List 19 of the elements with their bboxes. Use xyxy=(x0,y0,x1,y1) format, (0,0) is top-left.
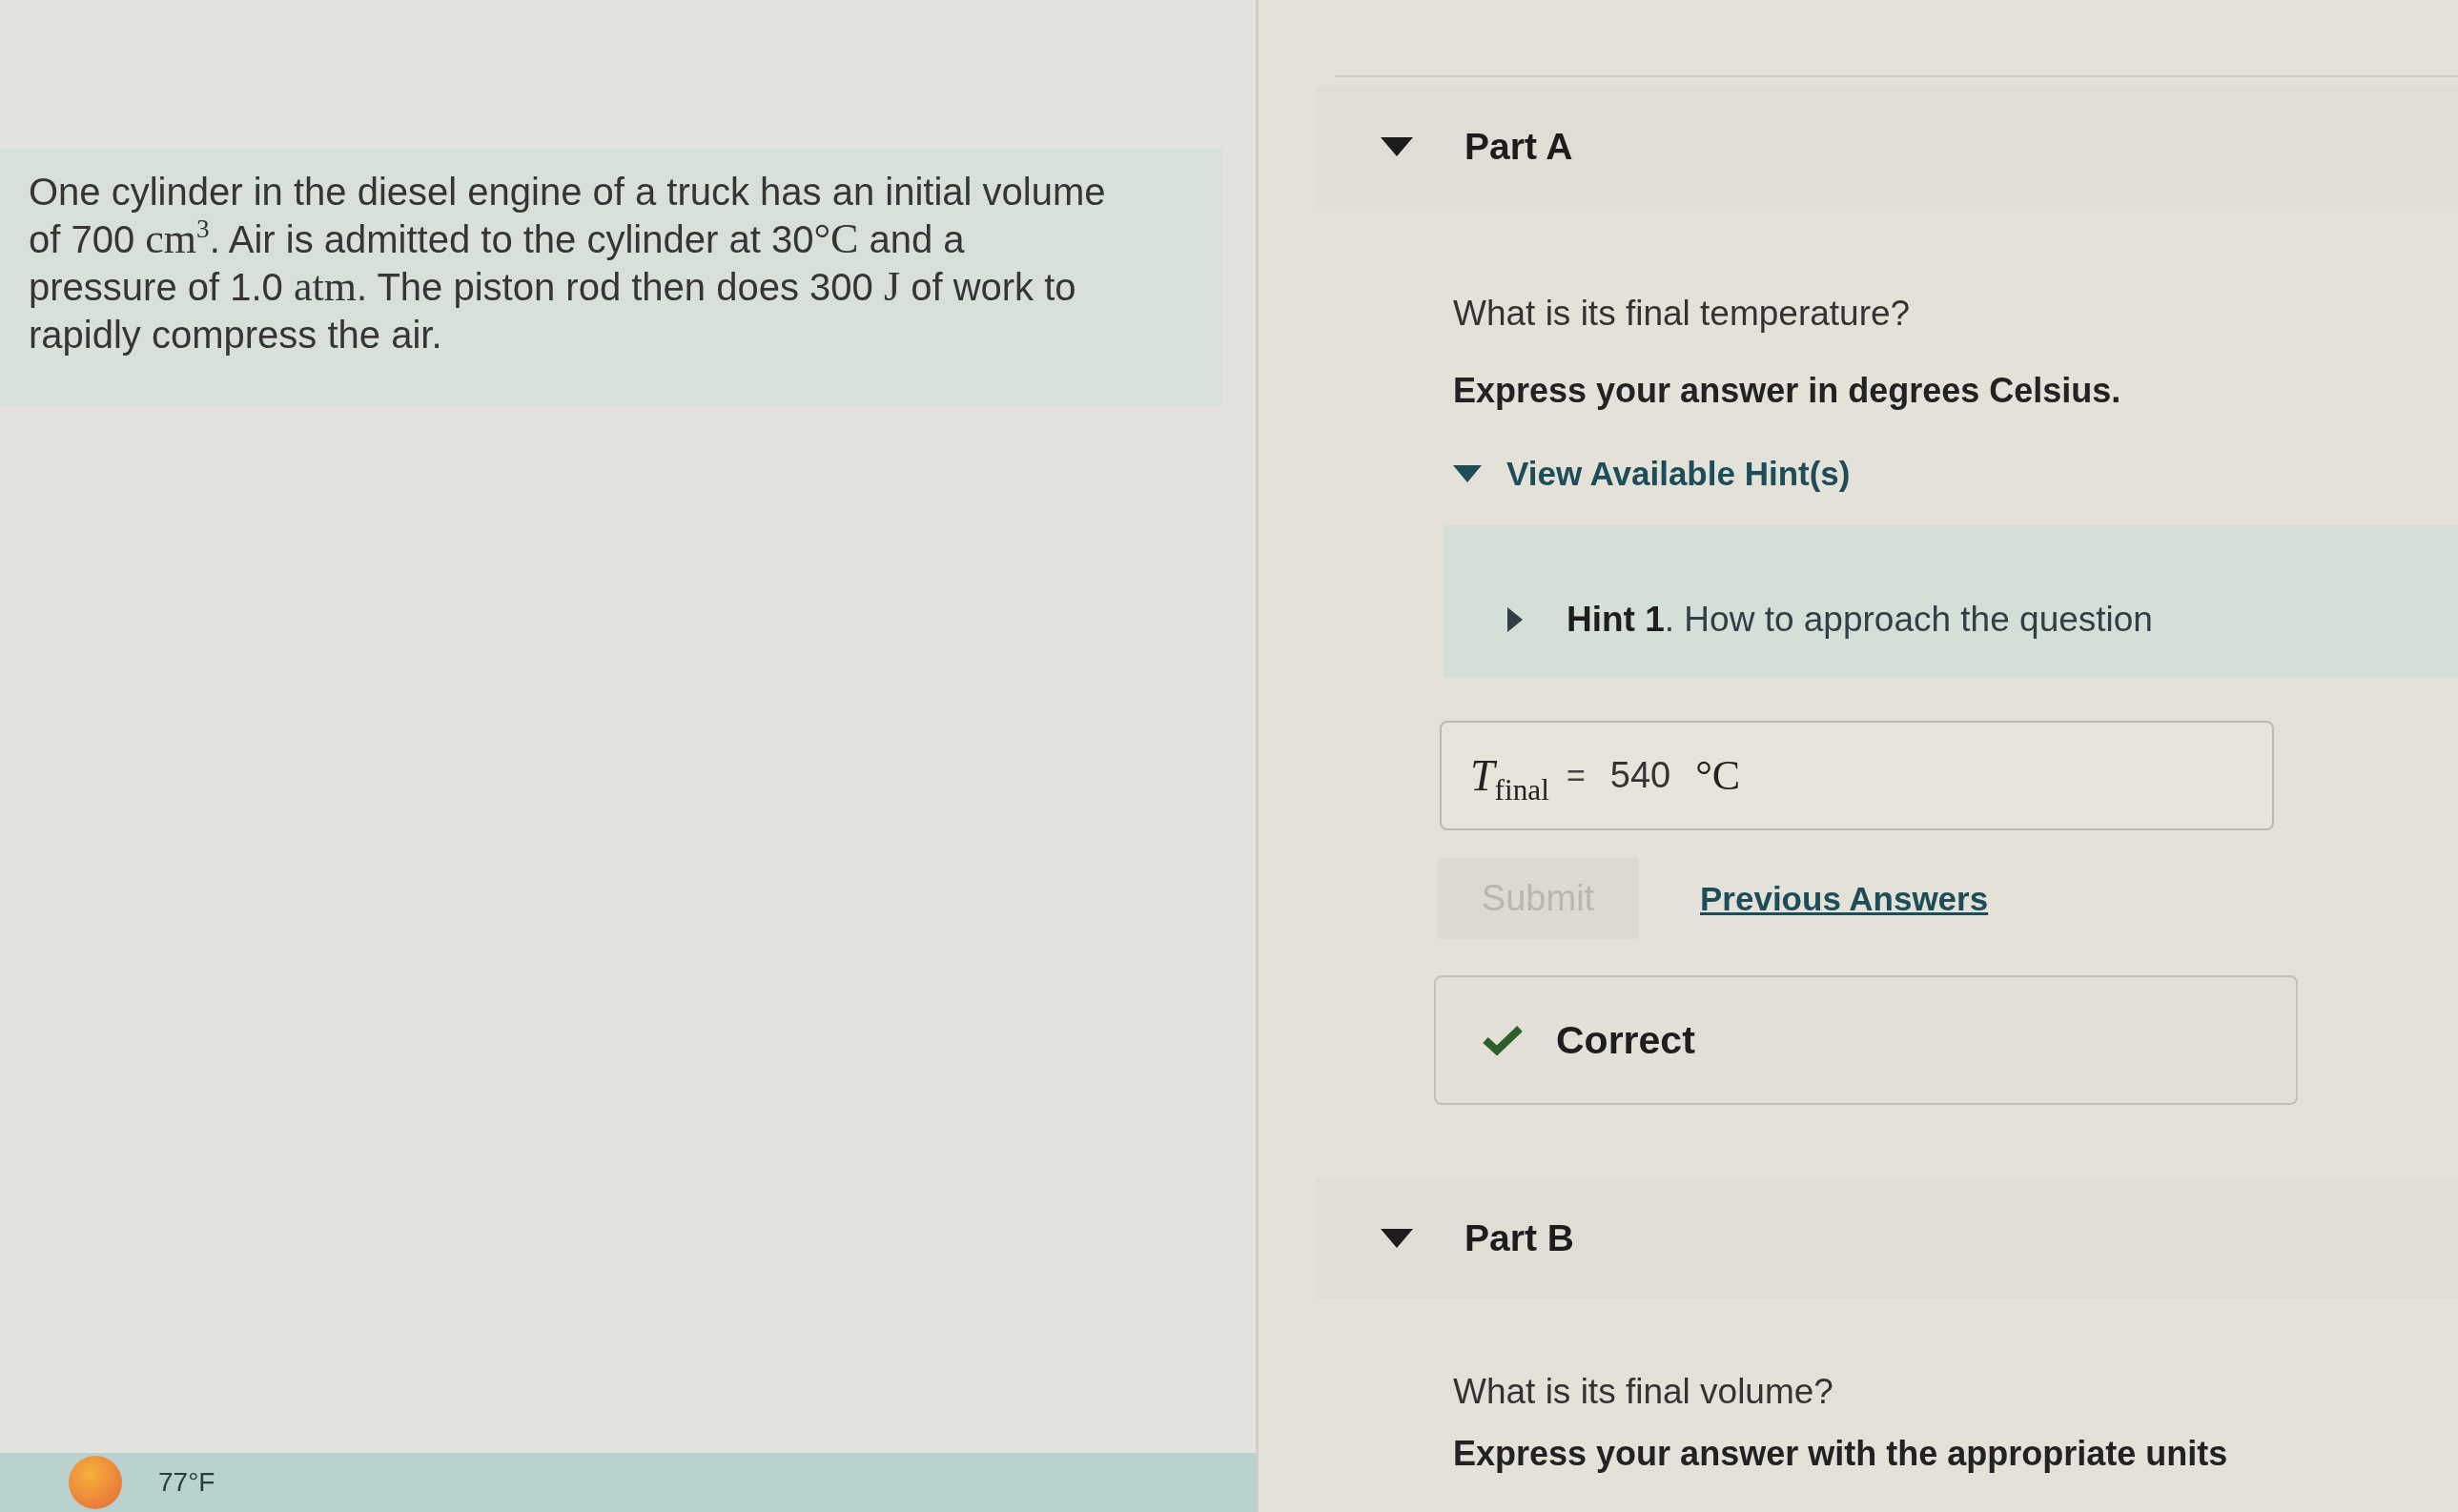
question-text: What is its final volume? xyxy=(1453,1371,1833,1413)
variable-label: T$_{final}$ xyxy=(1470,750,1549,801)
feedback-text: Correct xyxy=(1556,1017,1695,1063)
instruction-text: Express your answer with the appropriate units xyxy=(1453,1433,2228,1475)
question-text: What is its final temperature? xyxy=(1453,293,1911,335)
check-icon xyxy=(1481,1024,1525,1056)
unit-label: °C xyxy=(1695,751,1741,800)
previous-answers-link[interactable]: Previous Answers xyxy=(1700,879,1989,918)
hints-toggle[interactable]: View Available Hint(s) xyxy=(1453,452,1851,496)
answer-value: 540 xyxy=(1609,755,1671,796)
answer-field[interactable]: T$_{final}$ = 540 °C xyxy=(1440,721,2274,830)
sun-icon xyxy=(69,1456,122,1509)
weather-temperature: 77°F xyxy=(158,1467,215,1498)
instruction-text: Express your answer in degrees Celsius. xyxy=(1453,370,2121,412)
hint-toggle[interactable]: Hint 1. How to approach the question xyxy=(1507,598,2153,642)
problem-statement: One cylinder in the diesel engine of a truck has an initial volume of 700 cm$^{3}$. Air is admitted to the cylinder at 30°C and a pressure of 1.0 atm. The piston rod then does 300 J of work to rapidly compress the air. xyxy=(0,149,1222,406)
part-toggle[interactable]: Part B xyxy=(1381,1216,1574,1260)
part-toggle[interactable]: Part A xyxy=(1381,125,1573,169)
equals-sign: = xyxy=(1566,757,1586,794)
